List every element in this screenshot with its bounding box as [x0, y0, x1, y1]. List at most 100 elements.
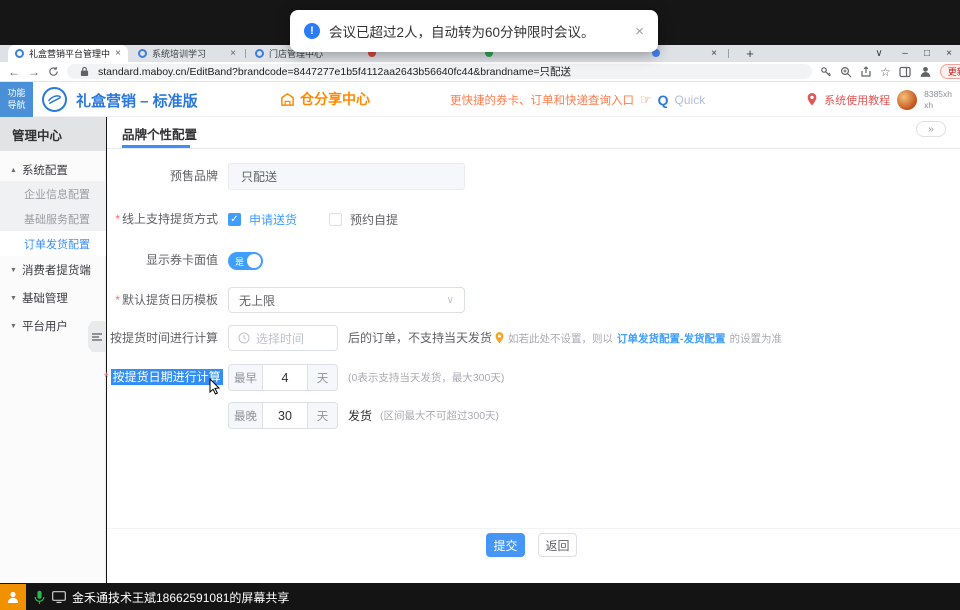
sidebar-title: 管理中心 — [0, 117, 106, 151]
calendar-template-select[interactable]: 无上限 ∨ — [228, 287, 465, 313]
tab-separator — [728, 49, 729, 58]
tip-link-shipping-config[interactable]: 订单发货配置-发货配置 — [617, 331, 726, 346]
label-calc-by-time: 按提货时间进行计算 — [104, 325, 218, 351]
pointing-hand-icon: ☞ — [640, 92, 652, 108]
nav-toggle-label: 功能 — [7, 88, 25, 98]
after-order-text: 后的订单，不支持当天发货 — [348, 325, 492, 351]
label-presale-brand: 预售品牌 — [104, 163, 218, 189]
group-label: 系统配置 — [22, 162, 68, 178]
quick-search-icon[interactable]: Q — [658, 92, 669, 108]
latest-days-input-group[interactable]: 最晚 30 天 — [228, 402, 338, 429]
notification-close-icon[interactable]: × — [635, 23, 644, 40]
label-text: 预售品牌 — [170, 169, 218, 183]
password-key-icon[interactable] — [820, 64, 832, 80]
user-id: 8385xh — [924, 89, 952, 99]
latest-days-value[interactable]: 30 — [263, 403, 307, 428]
header-right: 系统使用教程 8385xh xh — [807, 82, 952, 117]
earliest-days-input-group[interactable]: 最早 4 天 — [228, 364, 338, 391]
tab-close-icon[interactable]: × — [706, 45, 722, 62]
new-tab-button[interactable]: + — [740, 45, 760, 62]
checkbox-label-apply-delivery[interactable]: 申请送货 — [249, 211, 297, 228]
item-label: 企业信息配置 — [24, 186, 90, 202]
sidebar-item-order-shipping-config[interactable]: 订单发货配置 — [0, 231, 106, 256]
face-value-toggle[interactable]: 是 — [228, 252, 263, 270]
label-show-face-value: 显示券卡面值 — [104, 247, 218, 273]
input-value: 只配送 — [241, 168, 277, 185]
window-close-icon[interactable]: × — [938, 45, 960, 62]
sidebar-item-basic-service-config[interactable]: 基础服务配置 — [0, 206, 106, 231]
checkbox-reserve-pickup[interactable] — [329, 213, 342, 226]
mic-icon[interactable] — [34, 590, 45, 605]
tab-close-icon[interactable]: × — [230, 49, 236, 59]
sidebar-group-consumer-pickup[interactable]: ▼ 消费者提货端 — [0, 259, 106, 281]
label-text: 按提货时间进行计算 — [110, 331, 218, 345]
side-panel-icon[interactable] — [899, 64, 911, 80]
active-tab-underline — [122, 145, 190, 148]
hint-text: (0表示支持当天发货，最大300天) — [348, 370, 504, 385]
caret-down-icon: ▼ — [10, 323, 17, 330]
earliest-days-value[interactable]: 4 — [263, 365, 307, 390]
share-bar-text: 金禾通技术王斌18662591081的屏幕共享 — [72, 589, 289, 606]
meeting-notification: ! 会议已超过2人，自动转为60分钟限时会议。 × — [290, 10, 658, 52]
quick-search-label[interactable]: Quick — [675, 93, 706, 107]
label-calc-by-date: *按提货日期进行计算 — [104, 364, 218, 390]
footer-divider — [107, 528, 960, 529]
bookmark-star-icon[interactable]: ☆ — [880, 64, 891, 80]
window-maximize-icon[interactable]: □ — [916, 45, 938, 62]
tab-brand-personality-config[interactable]: 品牌个性配置 — [122, 124, 197, 143]
participant-icon[interactable] — [0, 584, 26, 610]
chrome-update-button[interactable]: 更新 ! — [940, 64, 960, 79]
share-icon[interactable] — [860, 64, 872, 80]
select-value: 无上限 — [239, 292, 275, 309]
sidebar-group-system-config[interactable]: ▲ 系统配置 — [0, 159, 106, 181]
back-button[interactable]: 返回 — [538, 533, 577, 557]
zoom-icon[interactable] — [840, 64, 852, 80]
browser-tab-gift-admin[interactable]: 礼盒营销平台管理中心 × — [8, 45, 128, 62]
tip-pin-icon — [495, 332, 504, 344]
sidebar-item-enterprise-config[interactable]: 企业信息配置 — [0, 181, 106, 206]
label-text: 默认提货日历模板 — [122, 293, 218, 307]
toggle-on-text: 是 — [235, 255, 244, 268]
window-minimize-icon[interactable]: – — [894, 45, 916, 62]
label-pickup-methods: *线上支持提货方式 — [104, 206, 218, 232]
panel-collapse-button[interactable]: » — [916, 121, 946, 137]
tab-separator — [245, 49, 246, 58]
back-icon[interactable]: ← — [8, 66, 20, 78]
share-center-label: 仓分享中心 — [300, 89, 370, 109]
presale-brand-input[interactable]: 只配送 — [228, 163, 465, 190]
required-mark: * — [115, 293, 120, 307]
selected-label-text: 按提货日期进行计算 — [111, 369, 223, 385]
reload-icon[interactable] — [48, 64, 59, 80]
url-text: standard.maboy.cn/EditBand?brandcode=844… — [98, 64, 571, 79]
tab-label: 系统培训学习 — [152, 47, 225, 60]
hint-text: (区间最大不可超过300天) — [380, 408, 499, 423]
pickup-time-input[interactable]: 选择时间 — [228, 325, 338, 351]
pickup-method-options: ✓ 申请送货 预约自提 — [228, 206, 398, 232]
profile-icon[interactable] — [919, 64, 932, 80]
sidebar-group-basic-management[interactable]: ▼ 基础管理 — [0, 287, 106, 309]
app-title: 礼盒营销 – 标准版 — [76, 90, 198, 111]
group-label: 基础管理 — [22, 290, 68, 306]
submit-button[interactable]: 提交 — [486, 533, 525, 557]
browser-url-bar: ← → standard.maboy.cn/EditBand?brandcode… — [0, 62, 960, 82]
tutorial-link[interactable]: 系统使用教程 — [824, 92, 890, 108]
item-label: 订单发货配置 — [24, 236, 90, 252]
checkbox-label-reserve-pickup[interactable]: 预约自提 — [350, 211, 398, 228]
address-input[interactable]: standard.maboy.cn/EditBand?brandcode=844… — [67, 64, 812, 79]
browser-tab-training[interactable]: 系统培训学习 × — [131, 45, 243, 62]
tab-favicon — [138, 49, 147, 58]
ship-word: 发货 — [348, 407, 372, 424]
caret-down-icon: ▼ — [10, 267, 17, 274]
forward-icon[interactable]: → — [28, 66, 40, 78]
warehouse-icon — [280, 92, 295, 107]
earliest-hint: (0表示支持当天发货，最大300天) — [348, 364, 504, 391]
latest-hint: 发货 (区间最大不可超过300天) — [348, 402, 499, 429]
function-nav-button[interactable]: 功能 导航 — [0, 82, 33, 117]
window-menu-icon[interactable]: ∨ — [868, 45, 890, 62]
tab-close-icon[interactable]: × — [115, 49, 121, 59]
checkbox-apply-delivery[interactable]: ✓ — [228, 213, 241, 226]
location-pin-icon — [807, 93, 817, 106]
warehouse-share-center-link[interactable]: 仓分享中心 — [280, 89, 370, 109]
tip-text: 的设置为准 — [730, 331, 783, 346]
user-avatar[interactable] — [897, 90, 917, 110]
